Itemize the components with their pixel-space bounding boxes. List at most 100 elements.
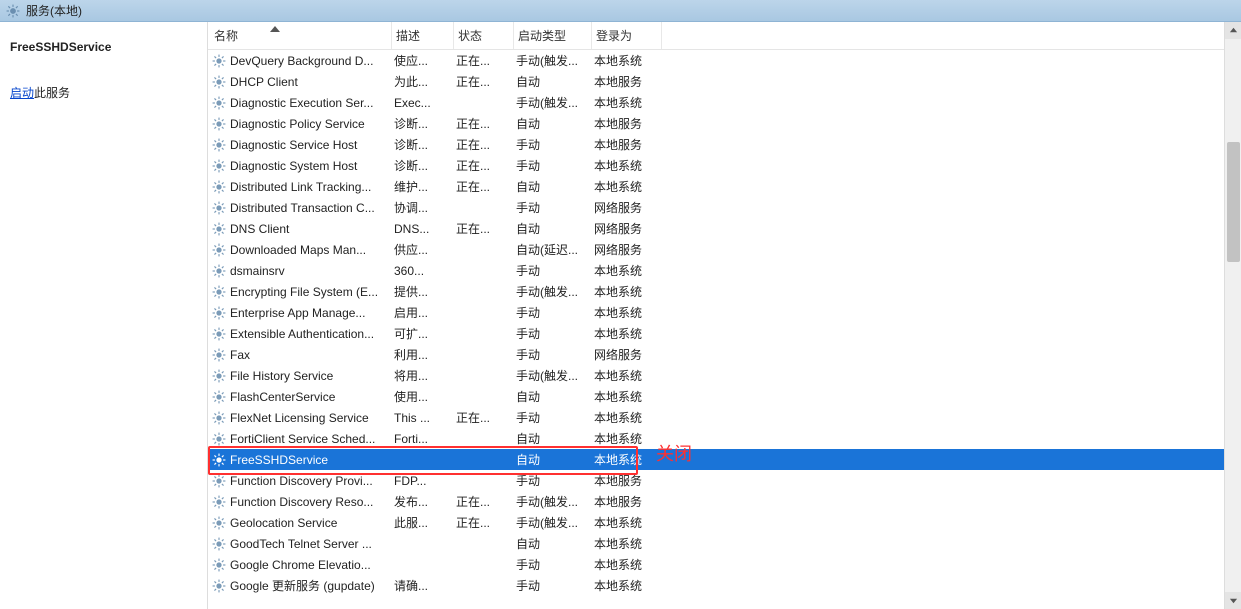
cell-status: 正在... <box>452 136 512 153</box>
cell-logon-as: 网络服务 <box>590 346 660 363</box>
cell-name-text: Diagnostic System Host <box>230 159 384 173</box>
gear-icon <box>212 411 226 425</box>
cell-description: 诊断... <box>390 157 452 174</box>
cell-description: 为此... <box>390 73 452 90</box>
service-row[interactable]: Diagnostic Policy Service诊断...正在...自动本地服… <box>208 113 1241 134</box>
cell-name-text: Distributed Transaction C... <box>230 201 384 215</box>
cell-logon-as: 本地系统 <box>590 577 660 594</box>
cell-status: 正在... <box>452 52 512 69</box>
col-name[interactable]: 名称 <box>210 22 392 49</box>
gear-icon <box>212 201 226 215</box>
service-rows: DevQuery Background D...使应...正在...手动(触发.… <box>208 50 1241 596</box>
service-row[interactable]: GoodTech Telnet Server ...自动本地系统 <box>208 533 1241 554</box>
cell-startup-type: 自动 <box>512 388 590 405</box>
cell-description: Exec... <box>390 96 452 110</box>
cell-logon-as: 本地系统 <box>590 514 660 531</box>
service-row[interactable]: FlashCenterService使用...自动本地系统 <box>208 386 1241 407</box>
service-row[interactable]: DHCP Client为此...正在...自动本地服务 <box>208 71 1241 92</box>
service-row[interactable]: Distributed Transaction C...协调...手动网络服务 <box>208 197 1241 218</box>
cell-status: 正在... <box>452 73 512 90</box>
service-row[interactable]: Enterprise App Manage...启用...手动本地系统 <box>208 302 1241 323</box>
vertical-scrollbar[interactable] <box>1224 22 1241 609</box>
cell-name: Distributed Transaction C... <box>208 201 390 215</box>
cell-description: 提供... <box>390 283 452 300</box>
annotation-close-label: 关闭 <box>656 440 692 466</box>
cell-startup-type: 手动 <box>512 262 590 279</box>
service-row[interactable]: Fax利用...手动网络服务 <box>208 344 1241 365</box>
service-row[interactable]: Function Discovery Reso...发布...正在...手动(触… <box>208 491 1241 512</box>
cell-startup-type: 手动(触发... <box>512 493 590 510</box>
cell-name: DNS Client <box>208 222 390 236</box>
col-logon-as[interactable]: 登录为 <box>592 22 662 49</box>
service-row[interactable]: dsmainsrv360...手动本地系统 <box>208 260 1241 281</box>
gear-icon <box>212 243 226 257</box>
cell-name-text: Distributed Link Tracking... <box>230 180 384 194</box>
cell-startup-type: 手动 <box>512 409 590 426</box>
scroll-up-button[interactable] <box>1225 22 1241 39</box>
cell-status: 正在... <box>452 157 512 174</box>
cell-name-text: DNS Client <box>230 222 384 236</box>
cell-name-text: FreeSSHDService <box>230 453 384 467</box>
cell-name-text: Downloaded Maps Man... <box>230 243 384 257</box>
cell-name: Fax <box>208 348 390 362</box>
service-row[interactable]: Extensible Authentication...可扩...手动本地系统 <box>208 323 1241 344</box>
gear-icon <box>212 348 226 362</box>
cell-name: dsmainsrv <box>208 264 390 278</box>
col-status[interactable]: 状态 <box>454 22 514 49</box>
service-row[interactable]: Distributed Link Tracking...维护...正在...自动… <box>208 176 1241 197</box>
gear-icon <box>212 327 226 341</box>
service-row[interactable]: Diagnostic Execution Ser...Exec...手动(触发.… <box>208 92 1241 113</box>
cell-logon-as: 本地系统 <box>590 157 660 174</box>
cell-status: 正在... <box>452 409 512 426</box>
cell-name-text: Fax <box>230 348 384 362</box>
gear-icon <box>212 495 226 509</box>
cell-description: 360... <box>390 264 452 278</box>
cell-logon-as: 本地系统 <box>590 535 660 552</box>
service-row[interactable]: DevQuery Background D...使应...正在...手动(触发.… <box>208 50 1241 71</box>
cell-name: Enterprise App Manage... <box>208 306 390 320</box>
gear-icon <box>212 390 226 404</box>
start-service-link[interactable]: 启动 <box>10 86 34 100</box>
col-startup-type[interactable]: 启动类型 <box>514 22 592 49</box>
cell-logon-as: 本地系统 <box>590 556 660 573</box>
cell-startup-type: 手动 <box>512 136 590 153</box>
gear-icon <box>212 432 226 446</box>
cell-name: Function Discovery Provi... <box>208 474 390 488</box>
service-row[interactable]: Diagnostic System Host 诊断...正在...手动本地系统 <box>208 155 1241 176</box>
cell-startup-type: 手动 <box>512 157 590 174</box>
service-row[interactable]: Geolocation Service此服...正在...手动(触发...本地系… <box>208 512 1241 533</box>
cell-startup-type: 手动(触发... <box>512 283 590 300</box>
cell-description: 请确... <box>390 577 452 594</box>
scroll-down-button[interactable] <box>1225 592 1241 609</box>
service-row[interactable]: DNS ClientDNS...正在...自动网络服务 <box>208 218 1241 239</box>
service-row[interactable]: FlexNet Licensing ServiceThis ...正在...手动… <box>208 407 1241 428</box>
service-row[interactable]: Encrypting File System (E...提供...手动(触发..… <box>208 281 1241 302</box>
cell-description: 诊断... <box>390 115 452 132</box>
gear-icon <box>212 474 226 488</box>
col-description[interactable]: 描述 <box>392 22 454 49</box>
scrollbar-thumb[interactable] <box>1227 142 1240 262</box>
cell-logon-as: 网络服务 <box>590 199 660 216</box>
service-row[interactable]: Downloaded Maps Man...供应...自动(延迟...网络服务 <box>208 239 1241 260</box>
service-row[interactable]: Google Chrome Elevatio...手动本地系统 <box>208 554 1241 575</box>
service-row[interactable]: FortiClient Service Sched...Forti...自动本地… <box>208 428 1241 449</box>
service-row[interactable]: FreeSSHDService自动本地系统 <box>208 449 1241 470</box>
cell-logon-as: 本地系统 <box>590 52 660 69</box>
cell-name: Google 更新服务 (gupdate) <box>208 577 390 594</box>
cell-startup-type: 手动 <box>512 325 590 342</box>
cell-startup-type: 手动(触发... <box>512 367 590 384</box>
cell-name-text: GoodTech Telnet Server ... <box>230 537 384 551</box>
service-row[interactable]: Function Discovery Provi...FDP...手动本地服务 <box>208 470 1241 491</box>
cell-logon-as: 本地服务 <box>590 136 660 153</box>
service-row[interactable]: Google 更新服务 (gupdate)请确...手动本地系统 <box>208 575 1241 596</box>
cell-name: Extensible Authentication... <box>208 327 390 341</box>
service-row[interactable]: File History Service将用...手动(触发...本地系统 <box>208 365 1241 386</box>
service-row[interactable]: Diagnostic Service Host诊断...正在...手动本地服务 <box>208 134 1241 155</box>
start-service-line: 启动此服务 <box>10 84 197 101</box>
cell-startup-type: 手动 <box>512 472 590 489</box>
cell-startup-type: 手动 <box>512 556 590 573</box>
cell-name: Diagnostic Policy Service <box>208 117 390 131</box>
cell-description: 协调... <box>390 199 452 216</box>
cell-description: 利用... <box>390 346 452 363</box>
cell-description: 将用... <box>390 367 452 384</box>
